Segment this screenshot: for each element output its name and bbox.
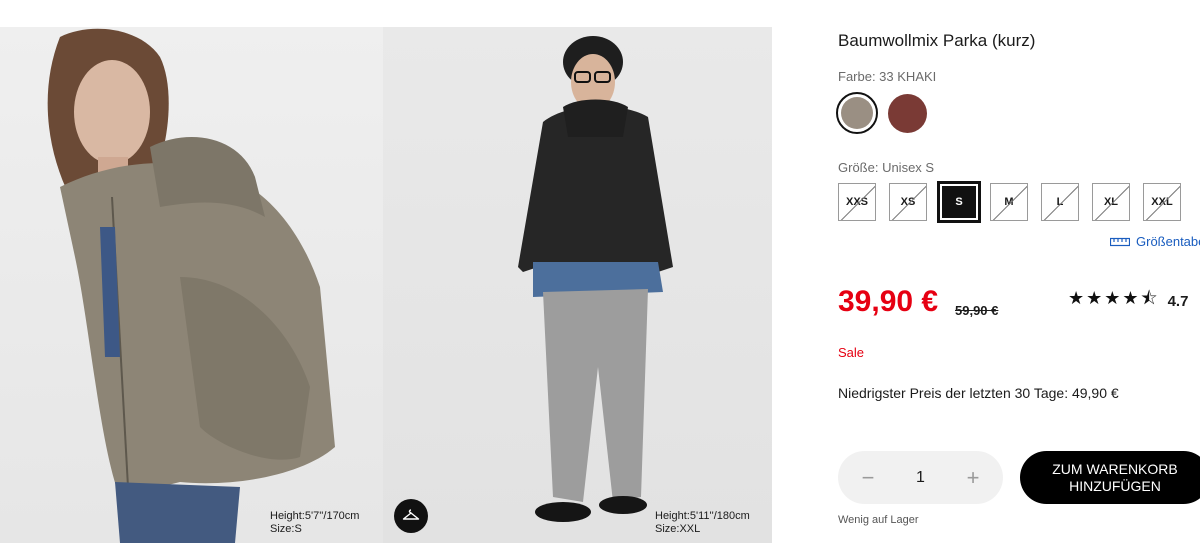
- unavailable-strike: [992, 184, 1027, 220]
- size-l-button[interactable]: L: [1041, 183, 1079, 221]
- model-info-left: Height:5'7''/170cm Size:S: [270, 510, 359, 536]
- model-illustration-man: [518, 36, 673, 522]
- size-xl-button[interactable]: XL: [1092, 183, 1130, 221]
- product-gallery: Height:5'7''/170cm Size:S Height:5'11''/…: [0, 27, 772, 543]
- unavailable-strike: [891, 184, 926, 220]
- model-size: Size:XXL: [655, 523, 701, 535]
- quantity-stepper: − 1 +: [838, 451, 1003, 504]
- size-s-button[interactable]: S: [937, 181, 981, 223]
- stock-status: Wenig auf Lager: [838, 514, 919, 526]
- unavailable-strike: [1094, 184, 1129, 220]
- size-xs-button[interactable]: XS: [889, 183, 927, 221]
- unavailable-strike: [1043, 184, 1078, 220]
- color-dot: [888, 94, 927, 133]
- size-table-link[interactable]: Größentabelle: [1110, 234, 1200, 249]
- quantity-value[interactable]: 1: [916, 469, 925, 487]
- product-title: Baumwollmix Parka (kurz): [838, 31, 1036, 50]
- model-height: Height:5'11''/180cm: [655, 510, 750, 522]
- size-m-button[interactable]: M: [990, 183, 1028, 221]
- hanger-button[interactable]: [394, 499, 428, 533]
- product-photo-man[interactable]: Height:5'11''/180cm Size:XXL: [383, 27, 772, 543]
- star-rating-icon: ★★★★⯪: [1068, 288, 1160, 308]
- hanger-icon: [402, 509, 420, 520]
- model-illustration-woman: [47, 28, 335, 543]
- sale-badge: Sale: [838, 345, 865, 360]
- rating[interactable]: ★★★★⯪ 4.7: [1068, 286, 1188, 316]
- model-height: Height:5'7''/170cm: [270, 510, 360, 522]
- original-price: 59,90 €: [955, 303, 999, 318]
- color-swatch-khaki[interactable]: [836, 92, 878, 134]
- size-xxs-button[interactable]: XXS: [838, 183, 876, 221]
- color-label: Farbe: 33 KHAKI: [838, 69, 937, 84]
- size-xxl-button[interactable]: XXL: [1143, 183, 1181, 221]
- lowest-price-note: Niedrigster Preis der letzten 30 Tage: 4…: [838, 385, 1119, 401]
- model-info-right: Height:5'11''/180cm Size:XXL: [655, 510, 750, 536]
- sale-price: 39,90 €: [838, 285, 939, 318]
- quantity-decrease-button[interactable]: −: [858, 465, 878, 491]
- add-to-cart-label-line2: HINZUFÜGEN: [1069, 477, 1161, 494]
- product-panel: Baumwollmix Parka (kurz) Farbe: 33 KHAKI…: [836, 0, 1200, 543]
- rating-value: 4.7: [1167, 292, 1189, 310]
- color-dot: [841, 97, 873, 129]
- size-label: Größe: Unisex S: [838, 160, 935, 175]
- add-to-cart-button[interactable]: ZUM WARENKORB HINZUFÜGEN: [1020, 451, 1200, 504]
- ruler-icon: [1110, 237, 1130, 246]
- add-to-cart-label-line1: ZUM WARENKORB: [1052, 460, 1178, 477]
- size-table-label: Größentabelle: [1136, 234, 1200, 249]
- size-text: S: [955, 196, 963, 208]
- quantity-increase-button[interactable]: +: [963, 465, 983, 491]
- color-swatch-brown[interactable]: [888, 94, 927, 133]
- model-size: Size:S: [270, 523, 302, 535]
- product-photo-woman[interactable]: Height:5'7''/170cm Size:S: [0, 27, 383, 543]
